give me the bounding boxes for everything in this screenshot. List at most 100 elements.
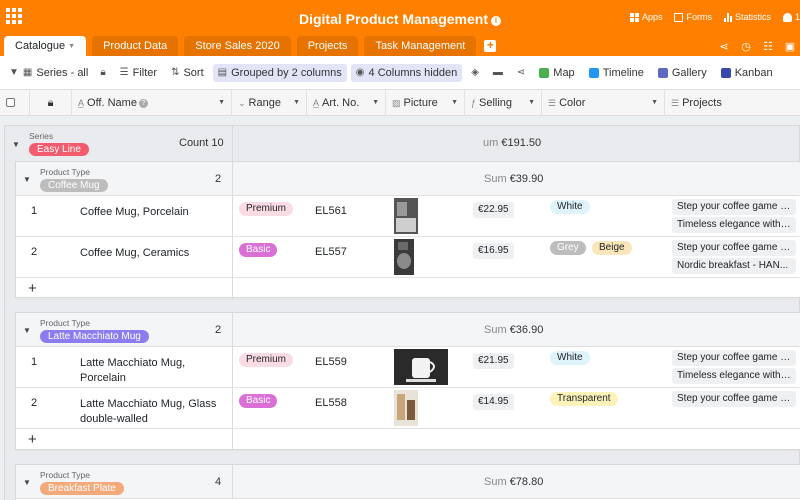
- product-picture[interactable]: [394, 198, 418, 234]
- add-icon[interactable]: +: [28, 280, 37, 297]
- product-name[interactable]: Latte Macchiato Mug, Glass double-walled: [80, 397, 230, 427]
- collapse-toggle-icon[interactable]: ▼: [23, 326, 31, 335]
- history-icon[interactable]: ◷: [740, 40, 752, 53]
- divider: [232, 162, 233, 196]
- add-icon[interactable]: +: [28, 431, 37, 448]
- hide-columns-button[interactable]: ◉ 4 Columns hidden: [350, 63, 463, 82]
- share-view-button[interactable]: ⋖: [512, 64, 530, 82]
- collapse-toggle-icon[interactable]: ▼: [12, 140, 20, 149]
- color-tag[interactable]: White: [550, 200, 590, 214]
- range-tag[interactable]: Premium: [239, 202, 294, 216]
- help-icon[interactable]: ?: [138, 99, 148, 108]
- user-icon: [782, 12, 792, 22]
- group-count: 2: [215, 324, 222, 336]
- project-link[interactable]: Step your coffee game up: [672, 199, 796, 215]
- project-link[interactable]: Step your coffee game up: [672, 391, 796, 407]
- collaborators-button[interactable]: 1: [782, 12, 800, 22]
- color-tag[interactable]: Beige: [592, 241, 632, 255]
- lock-column: 🔒︎: [30, 90, 72, 116]
- forms-button[interactable]: Forms: [674, 12, 712, 22]
- info-icon[interactable]: i: [491, 16, 502, 26]
- group-button[interactable]: ▤ Grouped by 2 columns: [212, 63, 347, 82]
- color-tag[interactable]: Grey: [550, 241, 586, 255]
- divider: [232, 278, 233, 300]
- column-header-projects[interactable]: ☰ Projects: [665, 90, 800, 116]
- color-tag[interactable]: Transparent: [550, 392, 618, 406]
- article-number[interactable]: EL559: [315, 356, 347, 368]
- gallery-icon: [657, 67, 668, 78]
- select-all-checkbox[interactable]: [0, 90, 30, 116]
- column-header-selling[interactable]: ƒ Selling ▼: [465, 90, 542, 116]
- product-picture[interactable]: [394, 239, 414, 275]
- project-link[interactable]: Step your coffee game up: [672, 240, 796, 256]
- collapse-toggle-icon[interactable]: ▼: [23, 478, 31, 487]
- settings-icon[interactable]: ☷: [762, 40, 774, 53]
- group-header-product-type: ▼ Product Type Coffee Mug 2 Sum €39.90: [16, 162, 800, 196]
- table-row[interactable]: 1 Coffee Mug, Porcelain Premium EL561 €2…: [16, 196, 800, 237]
- collapse-toggle-icon[interactable]: ▼: [23, 175, 31, 184]
- range-tag[interactable]: Basic: [239, 243, 278, 257]
- table-row[interactable]: 1 Latte Macchiato Mug, Porcelain Premium…: [16, 347, 800, 388]
- column-header-picture[interactable]: ▨ Picture ▼: [386, 90, 465, 116]
- tab-projects[interactable]: Projects: [296, 36, 359, 56]
- article-number[interactable]: EL557: [315, 246, 347, 258]
- table-row[interactable]: 2 Latte Macchiato Mug, Glass double-wall…: [16, 388, 800, 429]
- subgroup-latte-macchiato-mug: ▼ Product Type Latte Macchiato Mug 2 Sum…: [15, 312, 800, 451]
- filter-button[interactable]: ☰ Filter: [115, 64, 162, 82]
- chevron-down-icon[interactable]: ▼: [451, 90, 458, 116]
- more-icon[interactable]: ▣: [784, 40, 796, 53]
- range-tag[interactable]: Basic: [239, 394, 278, 408]
- chevron-down-icon[interactable]: ▼: [68, 43, 75, 50]
- column-header-color[interactable]: ☰ Color ▼: [542, 90, 665, 116]
- project-link[interactable]: Timeless elegance with ...: [672, 217, 796, 233]
- tab-task-management[interactable]: Task Management: [364, 36, 477, 56]
- multi-select-icon: ☰: [548, 98, 557, 108]
- chevron-down-icon[interactable]: ▼: [528, 90, 535, 116]
- sort-button[interactable]: ⇅ Sort: [166, 64, 209, 82]
- timeline-plugin-button[interactable]: Timeline: [584, 64, 649, 82]
- column-header-art-no[interactable]: A̲ Art. No. ▼: [307, 90, 386, 116]
- product-picture[interactable]: [394, 390, 418, 426]
- divider: [232, 196, 233, 237]
- tab-product-data[interactable]: Product Data: [92, 36, 179, 56]
- article-number[interactable]: EL558: [315, 397, 347, 409]
- column-header-range[interactable]: ⌄ Range ▼: [232, 90, 307, 116]
- row-number: 1: [30, 205, 38, 217]
- group-label: Series: [29, 131, 54, 141]
- product-name[interactable]: Coffee Mug, Porcelain: [80, 205, 230, 220]
- article-number[interactable]: EL561: [315, 205, 347, 217]
- tab-store-sales-2020[interactable]: Store Sales 2020: [184, 36, 291, 56]
- divider: [232, 347, 233, 388]
- group-icon: ▤: [217, 67, 228, 78]
- product-name[interactable]: Latte Macchiato Mug, Porcelain: [80, 356, 230, 386]
- share-icon[interactable]: ⋖: [718, 40, 730, 53]
- add-table-button[interactable]: +: [484, 39, 497, 52]
- column-header-name[interactable]: A̲ Off. Name? ▼: [72, 90, 232, 116]
- kanban-plugin-button[interactable]: Kanban: [716, 64, 778, 82]
- project-link[interactable]: Timeless elegance with ...: [672, 368, 796, 384]
- divider: [232, 388, 233, 429]
- range-tag[interactable]: Premium: [239, 353, 294, 367]
- view-selector[interactable]: ▼ ▦ Series - all 🔒︎: [4, 64, 111, 82]
- project-link[interactable]: Nordic breakfast - HAN...: [672, 258, 796, 274]
- chevron-down-icon[interactable]: ▼: [293, 90, 300, 116]
- table-row[interactable]: 2 Coffee Mug, Ceramics Basic EL557 €16.9…: [16, 237, 800, 278]
- row-height-icon: ▬: [492, 67, 503, 78]
- add-row-button[interactable]: +: [16, 278, 800, 300]
- apps-button[interactable]: Apps: [629, 12, 662, 22]
- statistics-button[interactable]: Statistics: [723, 12, 771, 22]
- gallery-plugin-button[interactable]: Gallery: [653, 64, 712, 82]
- color-rows-button[interactable]: ◈: [466, 64, 484, 82]
- row-height-button[interactable]: ▬: [488, 64, 508, 82]
- chevron-down-icon[interactable]: ▼: [651, 90, 658, 116]
- chevron-down-icon[interactable]: ▼: [372, 90, 379, 116]
- add-row-button[interactable]: +: [16, 429, 800, 451]
- product-picture[interactable]: [394, 349, 448, 385]
- project-link[interactable]: Step your coffee game up: [672, 350, 796, 366]
- product-name[interactable]: Coffee Mug, Ceramics: [80, 246, 230, 261]
- tab-catalogue[interactable]: Catalogue ▼: [4, 36, 87, 56]
- chevron-down-icon[interactable]: ▼: [218, 90, 225, 116]
- color-tag[interactable]: White: [550, 351, 590, 365]
- map-plugin-button[interactable]: Map: [534, 64, 579, 82]
- group-value-badge: Breakfast Plate: [40, 482, 124, 495]
